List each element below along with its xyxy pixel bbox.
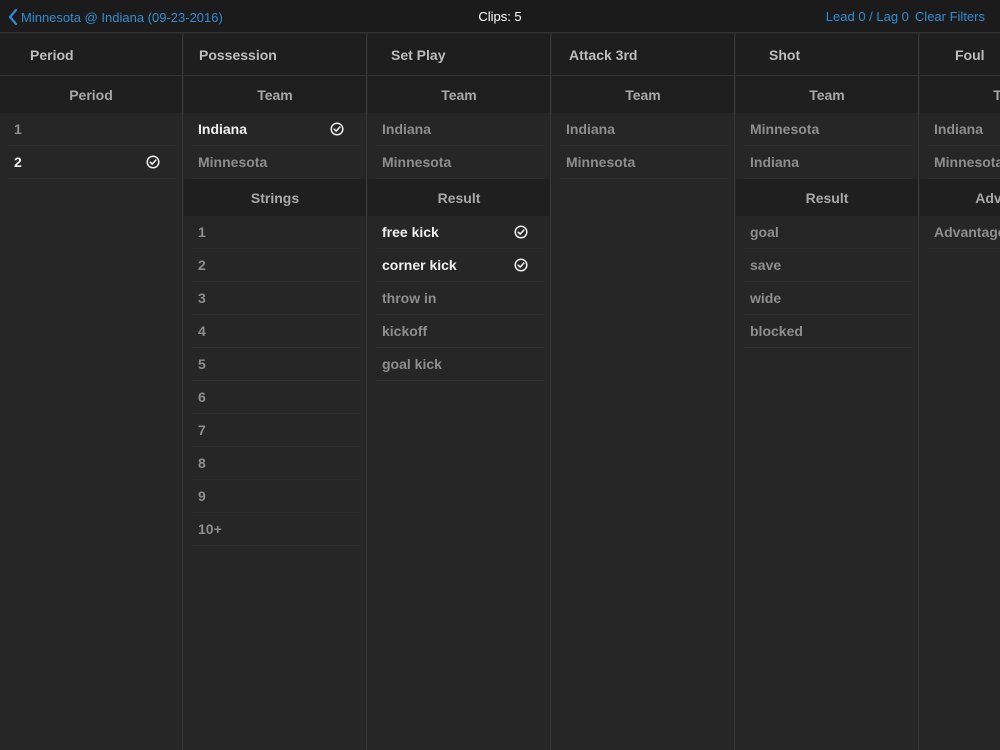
filter-option[interactable]: 6	[192, 381, 360, 414]
column-attack-3rd: Attack 3rd Team Indiana Minnesota	[552, 34, 735, 750]
section-header: Team	[736, 76, 918, 113]
filter-option[interactable]: 1	[8, 113, 176, 146]
filter-option-label: Indiana	[382, 121, 432, 137]
filter-option[interactable]: 7	[192, 414, 360, 447]
filter-option[interactable]: Indiana	[192, 113, 360, 146]
filter-option-label: Indiana	[750, 154, 800, 170]
checkmark-circle-icon	[514, 258, 528, 272]
filter-option-label: 8	[198, 455, 206, 471]
filter-option[interactable]: kickoff	[376, 315, 544, 348]
filter-option[interactable]: 1	[192, 216, 360, 249]
section-header: Team	[368, 76, 550, 113]
filter-option-label: 2	[198, 257, 206, 273]
chevron-left-icon	[8, 9, 18, 25]
section-header: Result	[368, 179, 550, 216]
filter-option-label: 1	[198, 224, 206, 240]
filter-option[interactable]: blocked	[744, 315, 912, 348]
filter-option[interactable]: free kick	[376, 216, 544, 249]
filter-option-label: throw in	[382, 290, 437, 306]
filter-option-label: Minnesota	[934, 154, 1000, 170]
filter-option-label: save	[750, 257, 782, 273]
filter-option[interactable]: 2	[8, 146, 176, 179]
filter-option[interactable]: Indiana	[376, 113, 544, 146]
filter-option[interactable]: 4	[192, 315, 360, 348]
filter-option-label: Indiana	[934, 121, 984, 137]
filter-option[interactable]: Minnesota	[560, 146, 728, 179]
column-header[interactable]: Possession	[184, 34, 366, 76]
filter-columns: Period Period 1 2 Possession Team Indiana Minne…	[0, 34, 1000, 750]
filter-option[interactable]: 2	[192, 249, 360, 282]
filter-option-label: Indiana	[566, 121, 616, 137]
filter-option[interactable]: save	[744, 249, 912, 282]
back-button[interactable]: Minnesota @ Indiana (09-23-2016)	[8, 8, 223, 26]
filter-option-label: blocked	[750, 323, 803, 339]
column-period: Period Period 1 2	[0, 34, 183, 750]
checkmark-circle-icon	[514, 225, 528, 239]
section-header: Strings	[184, 179, 366, 216]
column-header[interactable]: Set Play	[368, 34, 550, 76]
column-possession: Possession Team Indiana Minnesota Strings 1 2 3…	[184, 34, 367, 750]
filter-option-label: 7	[198, 422, 206, 438]
filter-option-label: 6	[198, 389, 206, 405]
column-header[interactable]: Period	[0, 34, 182, 76]
filter-option-label: 5	[198, 356, 206, 372]
filter-option[interactable]: Indiana	[560, 113, 728, 146]
filter-option[interactable]: 8	[192, 447, 360, 480]
filter-option-label: goal	[750, 224, 779, 240]
filter-option-label: Minnesota	[566, 154, 636, 170]
filter-option-label: 10+	[198, 521, 222, 537]
filter-option-label: goal kick	[382, 356, 442, 372]
column-set-play: Set Play Team Indiana Minnesota Result free k…	[368, 34, 551, 750]
filter-option[interactable]: 10+	[192, 513, 360, 546]
section-header: Team	[920, 76, 1000, 113]
clips-count: Clips: 5	[478, 9, 522, 24]
filter-option[interactable]: corner kick	[376, 249, 544, 282]
filter-option[interactable]: goal	[744, 216, 912, 249]
column-header[interactable]: Attack 3rd	[552, 34, 734, 76]
filter-option[interactable]: throw in	[376, 282, 544, 315]
section-header: Team	[184, 76, 366, 113]
filter-option[interactable]: Advantage	[928, 216, 1000, 249]
filter-option-label: Advantage	[934, 224, 1000, 240]
column-header[interactable]: Foul	[920, 34, 1000, 76]
filter-option-label: Minnesota	[198, 154, 268, 170]
column-shot: Shot Team Minnesota Indiana Result goal save wi…	[736, 34, 919, 750]
filter-option[interactable]: 3	[192, 282, 360, 315]
filter-option-label: 9	[198, 488, 206, 504]
filter-option-label: Indiana	[198, 121, 248, 137]
filter-option-label: 1	[14, 121, 22, 137]
filter-option[interactable]: Indiana	[928, 113, 1000, 146]
filter-option[interactable]: 5	[192, 348, 360, 381]
section-header: Advantage	[920, 179, 1000, 216]
filter-option[interactable]: wide	[744, 282, 912, 315]
section-header: Team	[552, 76, 734, 113]
section-header: Period	[0, 76, 182, 113]
filter-option-label: 4	[198, 323, 206, 339]
filter-option-label: Minnesota	[382, 154, 452, 170]
top-bar: Minnesota @ Indiana (09-23-2016) Clips: …	[0, 0, 1000, 33]
filter-option[interactable]: 9	[192, 480, 360, 513]
app-window: Minnesota @ Indiana (09-23-2016) Clips: …	[0, 0, 1000, 750]
filter-option[interactable]: Minnesota	[744, 113, 912, 146]
filter-option-label: Minnesota	[750, 121, 820, 137]
section-header: Result	[736, 179, 918, 216]
filter-option-label: wide	[750, 290, 782, 306]
column-foul: FoulTeam Indiana Minnesota Advantage Advanta…	[920, 34, 1000, 750]
filter-option-label: 3	[198, 290, 206, 306]
checkmark-circle-icon	[330, 122, 344, 136]
filter-option-label: free kick	[382, 224, 439, 240]
filter-option-label: kickoff	[382, 323, 428, 339]
back-button-label: Minnesota @ Indiana (09-23-2016)	[21, 9, 223, 25]
checkmark-circle-icon	[146, 155, 160, 169]
lead-lag-button[interactable]: Lead 0 / Lag 0	[826, 9, 909, 24]
column-header[interactable]: Shot	[736, 34, 918, 76]
filter-option[interactable]: goal kick	[376, 348, 544, 381]
clear-filters-button[interactable]: Clear Filters	[915, 9, 985, 24]
filter-option[interactable]: Minnesota	[376, 146, 544, 179]
filter-option[interactable]: Minnesota	[928, 146, 1000, 179]
filter-option-label: 2	[14, 154, 22, 170]
filter-option-label: corner kick	[382, 257, 457, 273]
filter-option[interactable]: Indiana	[744, 146, 912, 179]
filter-option[interactable]: Minnesota	[192, 146, 360, 179]
